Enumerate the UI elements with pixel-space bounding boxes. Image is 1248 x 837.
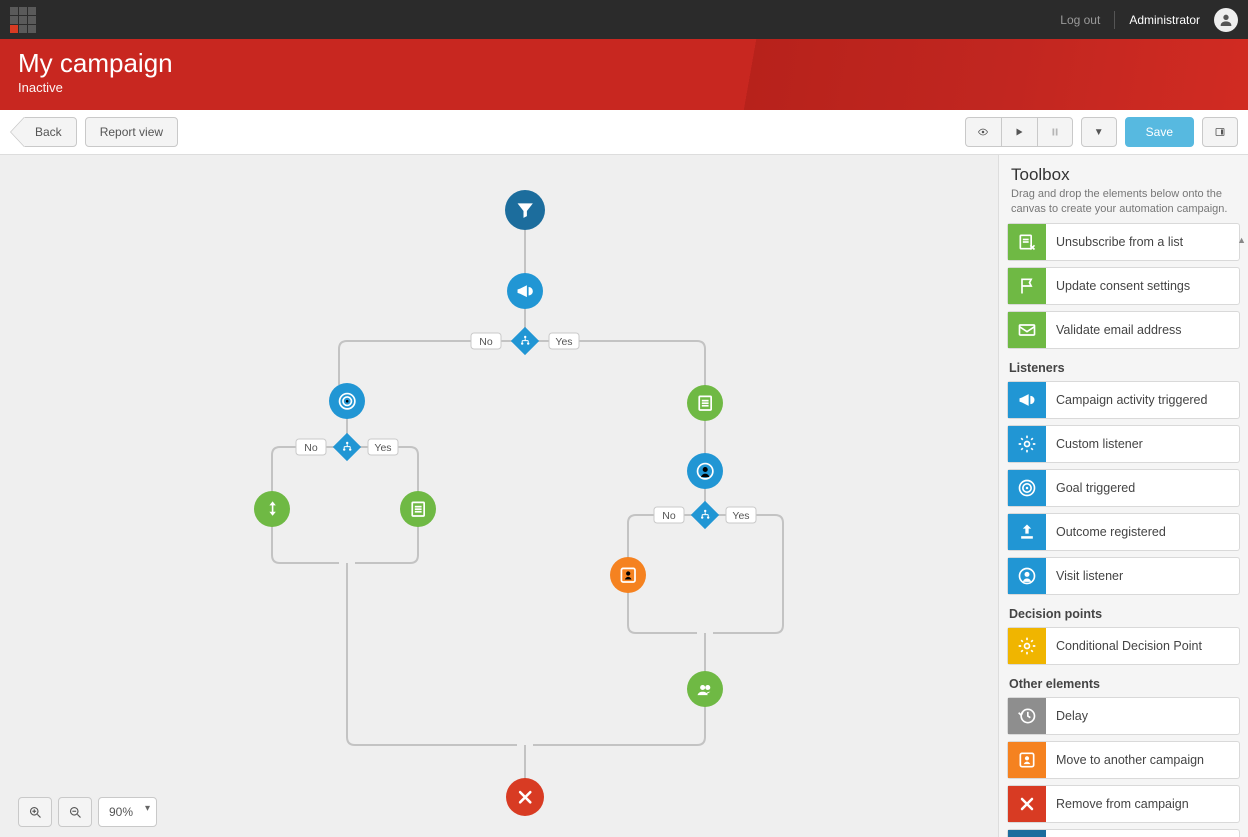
upload-icon [1008, 514, 1046, 550]
mail-icon [1008, 312, 1046, 348]
toolbox-item-label: Unsubscribe from a list [1046, 224, 1239, 260]
node-decision-2[interactable] [333, 433, 361, 461]
toolbox-item-label: Conditional Decision Point [1046, 628, 1239, 664]
report-view-button[interactable]: Report view [85, 117, 178, 147]
campaign-status: Inactive [18, 80, 1230, 95]
toolbox-item[interactable]: Validate email address [1007, 311, 1240, 349]
decision-3-no-label: No [662, 510, 676, 522]
zoom-select[interactable]: 90% [98, 797, 157, 827]
node-move-campaign[interactable] [610, 557, 646, 593]
more-menu-button[interactable]: ▼ [1081, 117, 1117, 147]
toolbox-item-label: Delay [1046, 698, 1239, 734]
run-controls [965, 117, 1073, 147]
toolbox-item[interactable]: Custom listener [1007, 425, 1240, 463]
logout-link[interactable]: Log out [1060, 13, 1100, 27]
clock-back-icon [1008, 698, 1046, 734]
toolbox-item-label: Goal triggered [1046, 470, 1239, 506]
megaphone-icon [1008, 382, 1046, 418]
node-remove[interactable] [506, 778, 544, 816]
decision-3-yes-label: Yes [732, 510, 749, 522]
toolbox-item-label: Move to another campaign [1046, 742, 1239, 778]
ccw-icon [1008, 830, 1046, 837]
toolbox-item[interactable]: Update consent settings [1007, 267, 1240, 305]
preview-button[interactable] [965, 117, 1001, 147]
back-button[interactable]: Back [24, 117, 77, 147]
user-avatar-icon[interactable] [1214, 8, 1238, 32]
play-button[interactable] [1001, 117, 1037, 147]
toolbox-item[interactable]: Unsubscribe from a list [1007, 223, 1240, 261]
toolbox-item[interactable]: Delay [1007, 697, 1240, 735]
page-title: My campaign [18, 49, 1230, 78]
current-user[interactable]: Administrator [1129, 13, 1200, 27]
topbar: Log out Administrator [0, 0, 1248, 39]
node-filter[interactable] [505, 190, 545, 230]
node-users[interactable] [687, 671, 723, 707]
toolbox-item-label: Outcome registered [1046, 514, 1239, 550]
pause-button[interactable] [1037, 117, 1073, 147]
flag-icon [1008, 268, 1046, 304]
zoom-out-button[interactable] [58, 797, 92, 827]
page-header: My campaign Inactive [0, 39, 1248, 110]
toolbox-item-label: Visit listener [1046, 558, 1239, 594]
decision-2-yes-label: Yes [374, 442, 391, 454]
toolbox-item[interactable]: Conditional Decision Point [1007, 627, 1240, 665]
decision-1-no-label: No [479, 336, 493, 348]
gear-icon [1008, 628, 1046, 664]
decision-1-yes-label: Yes [555, 336, 572, 348]
toolbox-item[interactable]: Goal triggered [1007, 469, 1240, 507]
node-decision-3[interactable] [691, 501, 719, 529]
toolbox-section-title: Listeners [1009, 361, 1238, 375]
scroll-up-icon: ▲ [1237, 235, 1246, 245]
canvas[interactable]: No Yes No Yes [0, 155, 998, 837]
person-out-icon [1008, 742, 1046, 778]
toolbox-item[interactable]: Visit listener [1007, 557, 1240, 595]
toolbox-item[interactable]: Outcome registered [1007, 513, 1240, 551]
globe-person-icon [1008, 558, 1046, 594]
target-icon [1008, 470, 1046, 506]
zoom-in-button[interactable] [18, 797, 52, 827]
toolbox-item[interactable]: Campaign activity triggered [1007, 381, 1240, 419]
toolbox-item-label: Return to start [1046, 830, 1239, 837]
node-campaign-activity[interactable] [507, 273, 543, 309]
toolbox-item-label: Remove from campaign [1046, 786, 1239, 822]
x-icon [1008, 786, 1046, 822]
toolbox-item-label: Validate email address [1046, 312, 1239, 348]
toolbox-item[interactable]: Move to another campaign [1007, 741, 1240, 779]
node-list-left[interactable] [400, 491, 436, 527]
toolbox-item-label: Update consent settings [1046, 268, 1239, 304]
toolbox-section-title: Other elements [1009, 677, 1238, 691]
decision-2-no-label: No [304, 442, 318, 454]
separator [1114, 11, 1115, 29]
node-decision-1[interactable] [511, 327, 539, 355]
zoom-controls: 90% [18, 797, 157, 827]
toolbox-item-label: Custom listener [1046, 426, 1239, 462]
toolbox-title: Toolbox [1011, 165, 1236, 185]
toolbox-section-title: Decision points [1009, 607, 1238, 621]
toolbar: Back Report view ▼ Save [0, 110, 1248, 155]
toolbox-item[interactable]: Return to start [1007, 829, 1240, 837]
app-logo[interactable] [10, 7, 36, 33]
gear-icon [1008, 426, 1046, 462]
node-goal[interactable] [329, 383, 365, 419]
list-x-icon [1008, 224, 1046, 260]
toolbox-item-label: Campaign activity triggered [1046, 382, 1239, 418]
toggle-panel-button[interactable] [1202, 117, 1238, 147]
toolbox-hint: Drag and drop the elements below onto th… [1011, 187, 1236, 217]
node-visit[interactable] [687, 453, 723, 489]
node-list-right[interactable] [687, 385, 723, 421]
node-updown[interactable] [254, 491, 290, 527]
save-button[interactable]: Save [1125, 117, 1194, 147]
toolbox-item[interactable]: Remove from campaign [1007, 785, 1240, 823]
toolbox-panel: Toolbox Drag and drop the elements below… [998, 155, 1248, 837]
